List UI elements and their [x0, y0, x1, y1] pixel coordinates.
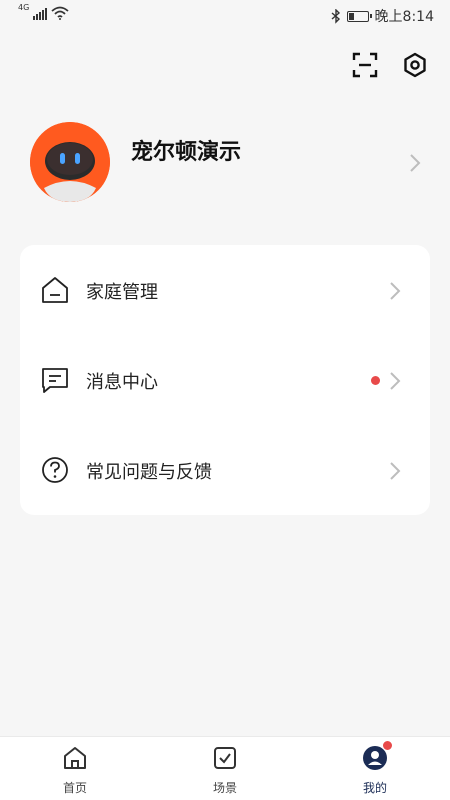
avatar[interactable] — [30, 122, 110, 202]
battery-icon — [346, 10, 372, 22]
settings-button[interactable] — [398, 48, 432, 82]
menu-item-label: 常见问题与反馈 — [86, 462, 212, 483]
chevron-right-icon — [390, 462, 401, 480]
message-icon — [42, 368, 68, 393]
username: 宠尔顿演示 — [131, 140, 242, 165]
profile-tab-icon — [362, 740, 393, 771]
scene-tab-icon — [212, 745, 238, 771]
home-icon — [42, 277, 68, 303]
status-left: 4G — [18, 3, 69, 20]
menu-item-message-center[interactable]: 消息中心 — [20, 335, 430, 425]
menu-item-label: 家庭管理 — [86, 282, 158, 303]
menu-card: 家庭管理 消息中心 常见问题与反馈 — [20, 245, 430, 515]
tab-home[interactable]: 首页 — [35, 745, 115, 796]
menu-item-family-management[interactable]: 家庭管理 — [20, 245, 430, 335]
status-bar: 4G 晚上8:14 — [0, 0, 450, 32]
scan-button[interactable] — [348, 48, 382, 82]
bottom-tab-bar: 首页 场景 我的 — [0, 736, 450, 800]
home-tab-icon — [62, 745, 88, 771]
tab-badge — [382, 740, 393, 751]
profile-header[interactable]: 宠尔顿演示 — [30, 122, 421, 204]
signal-icon — [33, 6, 48, 20]
wifi-icon — [51, 6, 69, 20]
menu-item-label: 消息中心 — [86, 372, 158, 393]
bluetooth-icon — [331, 8, 340, 24]
robot-avatar-icon — [30, 122, 110, 202]
status-right: 晚上8:14 — [331, 6, 434, 26]
unread-badge — [371, 376, 380, 385]
tab-scene[interactable]: 场景 — [185, 745, 265, 796]
tab-label: 首页 — [62, 781, 87, 795]
network-label: 4G — [18, 3, 30, 12]
tab-mine[interactable]: 我的 — [335, 740, 415, 796]
tab-label: 我的 — [362, 781, 387, 795]
tab-label: 场景 — [212, 781, 237, 795]
chevron-right-icon — [390, 372, 401, 390]
chevron-right-icon — [410, 154, 421, 172]
menu-item-faq-feedback[interactable]: 常见问题与反馈 — [20, 425, 430, 515]
battery-level — [348, 12, 355, 20]
scan-icon — [352, 52, 378, 78]
status-time: 晚上8:14 — [374, 9, 434, 25]
settings-icon — [404, 52, 426, 78]
help-icon — [42, 457, 68, 483]
chevron-right-icon — [390, 282, 401, 300]
